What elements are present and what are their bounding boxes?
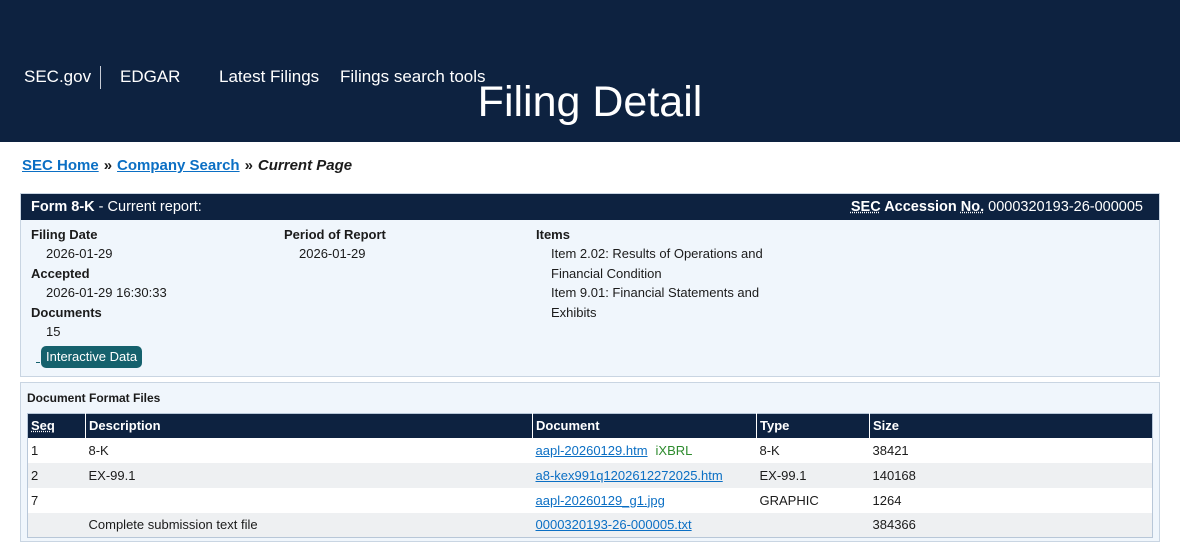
- ixbrl-tag: iXBRL: [655, 442, 693, 458]
- accession-number: SEC Accession No. 0000320193-26-000005: [851, 194, 1143, 220]
- sec-abbr: SEC: [850, 199, 881, 215]
- row-document: 0000320193-26-000005.txt: [532, 512, 757, 538]
- row-seq: 7: [31, 492, 39, 508]
- row-description: EX-99.1: [85, 462, 533, 488]
- row-seq: 2: [27, 462, 86, 488]
- col-size: Size: [869, 413, 1153, 438]
- documents-label: Documents: [31, 305, 102, 320]
- accepted-label: Accepted: [31, 266, 90, 281]
- document-link[interactable]: 0000320193-26-000005.txt: [536, 517, 692, 532]
- row-document: aapl-20260129_g1.jpg: [533, 488, 757, 513]
- items-label: Items: [536, 227, 570, 242]
- row-description: Complete submission text file: [85, 512, 533, 538]
- document-link[interactable]: aapl-20260129.htm: [536, 443, 648, 458]
- document-link[interactable]: aapl-20260129_g1.jpg: [536, 493, 665, 508]
- row-document: aapl-20260129.htm iXBRL: [533, 438, 757, 463]
- period-column: Period of Report 2026-01-29: [284, 225, 386, 264]
- row-type: 8-K: [759, 442, 780, 458]
- breadcrumb: SEC Home» Company Search» Current Page: [22, 157, 352, 174]
- form-header: Form 8-K - Current report: SEC Accession…: [21, 194, 1159, 220]
- interactive-data-button[interactable]: Interactive Data: [41, 346, 143, 368]
- table-row: Complete submission text file 0000320193…: [27, 512, 1153, 538]
- row-type: [756, 512, 870, 538]
- breadcrumb-sec-home[interactable]: SEC Home: [22, 157, 99, 174]
- documents-table: Seq Description Document Type Size 1 8-K…: [27, 413, 1153, 538]
- document-link[interactable]: a8-kex991q1202612272025.htm: [536, 468, 723, 483]
- filing-info-column: Filing Date 2026-01-29 Accepted 2026-01-…: [31, 225, 167, 342]
- form-type: Form 8-K: [31, 199, 95, 215]
- row-description: [86, 488, 533, 513]
- breadcrumb-separator: »: [244, 157, 253, 174]
- table-row: 2 EX-99.1 a8-kex991q1202612272025.htm EX…: [27, 462, 1153, 488]
- accession-value: 0000320193-26-000005: [988, 199, 1143, 215]
- interactive-data-marker: [36, 362, 40, 363]
- item-9-01: Item 9.01: Financial Statements and Exhi…: [551, 285, 760, 320]
- document-format-files-title: Document Format Files: [27, 391, 161, 405]
- table-row: 1 8-K aapl-20260129.htm iXBRL 8-K 38421: [28, 438, 1153, 463]
- row-size: 384366: [869, 512, 1153, 538]
- period-label: Period of Report: [284, 227, 386, 242]
- filing-summary-card: Form 8-K - Current report: SEC Accession…: [20, 193, 1160, 377]
- breadcrumb-company-search[interactable]: Company Search: [117, 157, 240, 174]
- row-size: 38421: [872, 442, 909, 458]
- row-description: 8-K: [88, 442, 109, 458]
- accession-label: Accession: [880, 199, 961, 215]
- period-value: 2026-01-29: [299, 246, 366, 261]
- item-2-02: Item 2.02: Results of Operations and Fin…: [551, 246, 763, 281]
- table-header-row: Seq Description Document Type Size: [27, 413, 1153, 438]
- row-document: a8-kex991q1202612272025.htm: [532, 462, 757, 488]
- col-type: Type: [756, 413, 870, 438]
- col-description: Description: [85, 413, 533, 438]
- documents-value: 15: [46, 324, 61, 339]
- filing-date-label: Filing Date: [31, 227, 98, 242]
- row-size: 1264: [872, 492, 902, 508]
- page-title: Filing Detail: [477, 78, 703, 126]
- no-abbr: No.: [960, 199, 985, 215]
- row-type: GRAPHIC: [759, 492, 819, 508]
- site-header: SEC.gov EDGAR Latest Filings Filings sea…: [0, 0, 1180, 142]
- breadcrumb-current-page: Current Page: [257, 157, 353, 174]
- col-document: Document: [532, 413, 757, 438]
- accepted-value: 2026-01-29 16:30:33: [46, 285, 167, 300]
- breadcrumb-separator: »: [103, 157, 113, 174]
- table-row: 7 aapl-20260129_g1.jpg GRAPHIC 1264: [28, 488, 1153, 513]
- row-type: EX-99.1: [756, 462, 870, 488]
- row-seq: [27, 512, 86, 538]
- document-format-files: Document Format Files Seq Description Do…: [20, 382, 1160, 542]
- items-column: Items Item 2.02: Results of Operations a…: [536, 225, 786, 322]
- row-seq: 1: [31, 442, 39, 458]
- filing-date-value: 2026-01-29: [46, 246, 113, 261]
- row-size: 140168: [869, 462, 1153, 488]
- form-description: - Current report:: [94, 199, 202, 215]
- col-seq: Seq: [27, 413, 86, 438]
